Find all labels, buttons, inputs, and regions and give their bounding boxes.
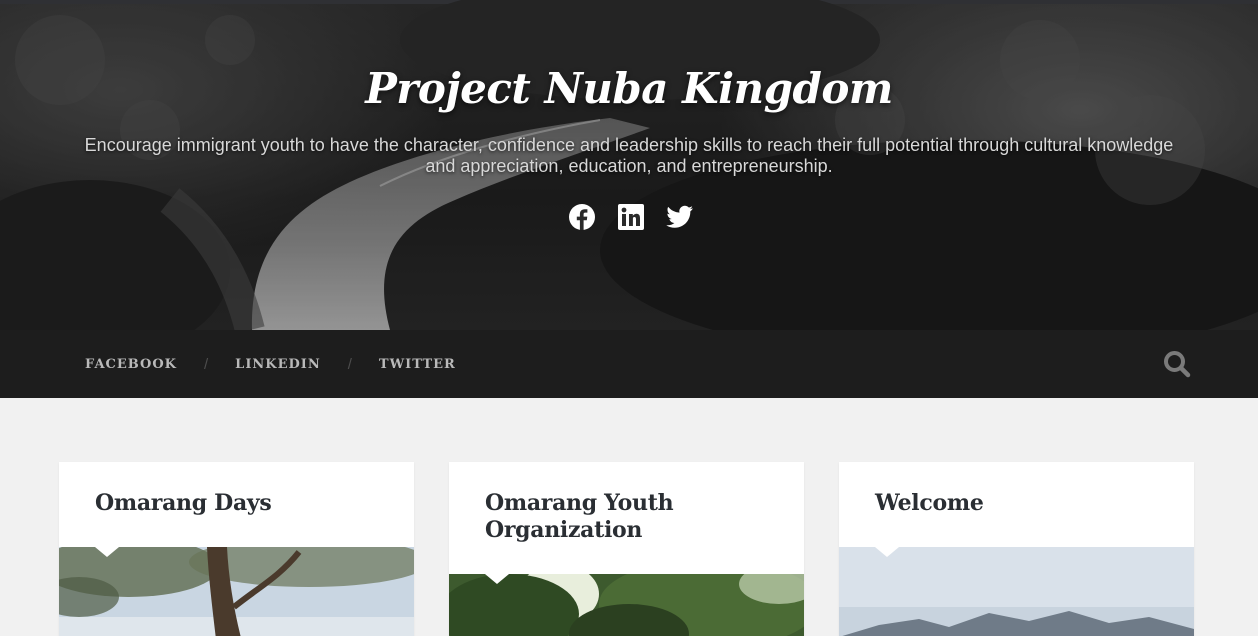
mountain-image — [839, 547, 1194, 636]
site-title[interactable]: Project Nuba Kingdom — [0, 64, 1258, 113]
thumbnail-notch — [875, 547, 899, 557]
post-card[interactable]: Omarang Youth Organization — [449, 462, 804, 636]
post-card[interactable]: Welcome — [839, 462, 1194, 636]
search-button[interactable] — [1162, 349, 1192, 379]
tree-image — [59, 547, 414, 636]
facebook-icon[interactable] — [566, 201, 598, 233]
post-title[interactable]: Welcome — [875, 490, 1165, 517]
nav-separator: / — [204, 355, 209, 373]
main-navigation: FACEBOOK / LINKEDIN / TWITTER — [0, 330, 1258, 398]
post-card[interactable]: Omarang Days — [59, 462, 414, 636]
thumbnail-notch — [485, 574, 509, 584]
nav-menu: FACEBOOK / LINKEDIN / TWITTER — [85, 330, 456, 398]
post-thumbnail[interactable] — [449, 574, 804, 636]
post-thumbnail[interactable] — [59, 547, 414, 636]
twitter-icon[interactable] — [664, 201, 696, 233]
linkedin-icon[interactable] — [615, 201, 647, 233]
nav-item-linkedin[interactable]: LINKEDIN — [235, 357, 321, 372]
hero-header: Project Nuba Kingdom Encourage immigrant… — [0, 0, 1258, 330]
post-thumbnail[interactable] — [839, 547, 1194, 636]
nav-item-twitter[interactable]: TWITTER — [379, 357, 456, 372]
search-icon — [1164, 351, 1191, 378]
social-links — [566, 201, 696, 233]
thumbnail-notch — [95, 547, 119, 557]
post-title[interactable]: Omarang Youth Organization — [485, 490, 775, 544]
nav-separator: / — [347, 355, 352, 373]
site-tagline: Encourage immigrant youth to have the ch… — [84, 135, 1174, 176]
nav-item-facebook[interactable]: FACEBOOK — [85, 357, 177, 372]
post-title[interactable]: Omarang Days — [95, 490, 385, 517]
